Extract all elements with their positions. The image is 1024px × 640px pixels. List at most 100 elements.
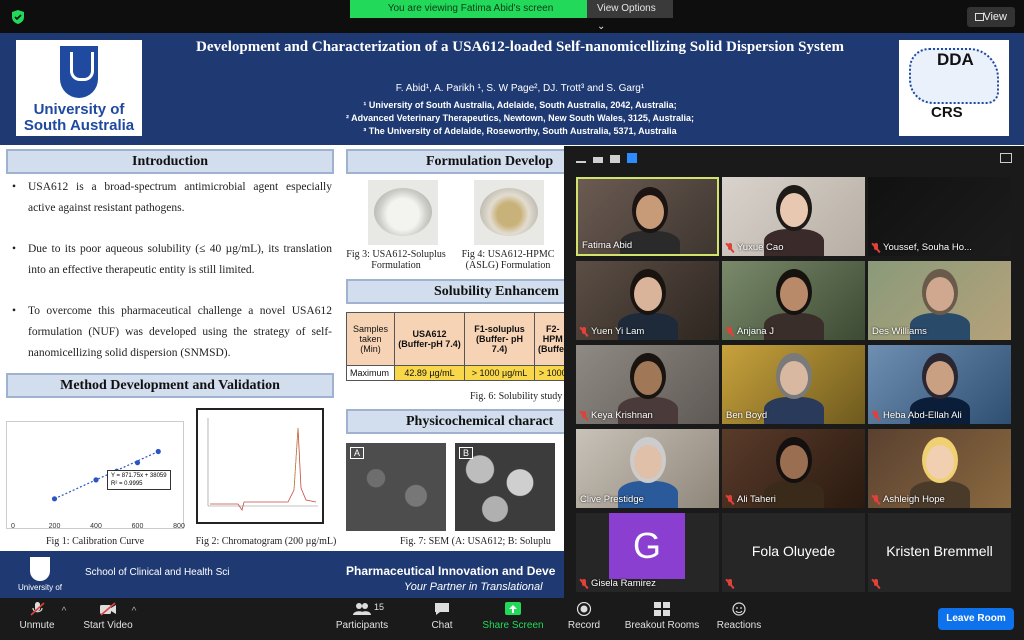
participants-icon	[353, 603, 371, 615]
mic-muted-icon	[580, 578, 588, 589]
record-icon	[576, 602, 592, 616]
participant-name-text: Gisela Ramirez	[591, 578, 656, 589]
participant-name: Ashleigh Hope	[872, 494, 945, 505]
participant-face	[926, 445, 954, 479]
participant-name-text: Clive Prestidge	[580, 494, 644, 505]
regression-r2: R² = 0.9995	[111, 481, 143, 487]
participant-tile[interactable]: Kristen Bremmell	[868, 513, 1011, 592]
x-tick-label: 200	[49, 523, 61, 530]
grid-view-icon	[975, 13, 984, 21]
record-button[interactable]: Record	[562, 602, 606, 631]
participant-name: Ali Taheri	[726, 494, 776, 505]
participants-label: Participants	[335, 620, 389, 631]
participant-tile[interactable]: Ashleigh Hope	[868, 429, 1011, 508]
poster-title: Development and Characterization of a US…	[196, 39, 844, 55]
fig1-caption: Fig 1: Calibration Curve	[45, 536, 145, 547]
unmute-button[interactable]: Unmute	[16, 602, 58, 631]
exit-fullscreen-icon[interactable]	[1000, 153, 1012, 163]
participant-face	[636, 195, 664, 229]
participant-tile[interactable]: Fola Oluyede	[722, 513, 865, 592]
strip-view-icon[interactable]	[593, 157, 603, 163]
participant-name: Heba Abd-Ellah Ali	[872, 410, 962, 421]
participant-face	[634, 361, 662, 395]
sem-image-a: A	[346, 443, 446, 531]
fig2-caption: Fig 2: Chromatogram (200 µg/mL)	[195, 536, 337, 547]
poster-authors: F. Abid¹, A. Parikh ¹, S. W Page², DJ. T…	[395, 83, 645, 94]
participant-tile[interactable]: Yuxue Cao	[722, 177, 865, 256]
data-point	[134, 460, 141, 466]
participant-tile[interactable]: Keya Krishnan	[576, 345, 719, 424]
table-cell: Maximum	[346, 365, 395, 381]
record-label: Record	[567, 620, 601, 631]
mic-muted-icon	[872, 410, 880, 421]
participant-name-text: Des Williams	[872, 326, 927, 337]
start-video-label: Start Video	[83, 620, 133, 631]
affiliation-3: ³ The University of Adelaide, Roseworthy…	[363, 126, 677, 136]
calibration-chart: 0 200 400 600 800 Y = 871.75x + 38059 R² = 0…	[6, 421, 185, 530]
participant-tile[interactable]: Clive Prestidge	[576, 429, 719, 508]
viewing-message: You are viewing Fatima Abid's screen	[350, 0, 587, 18]
view-button-label: View	[983, 11, 1007, 23]
sem-label-a: A	[350, 447, 365, 459]
gallery-toolbar	[576, 153, 637, 163]
section-method: Method Development and Validation	[6, 373, 334, 398]
chromatogram	[196, 408, 324, 524]
shield-icon[interactable]	[11, 10, 25, 24]
view-options-button[interactable]: View Options ⌄	[587, 0, 673, 32]
participant-tile[interactable]: Anjana J	[722, 261, 865, 340]
reactions-button[interactable]: Reactions	[712, 602, 766, 631]
section-solubility: Solubility Enhancem	[346, 279, 576, 304]
unisa-shield-icon	[60, 46, 98, 98]
breakout-rooms-button[interactable]: Breakout Rooms	[622, 602, 702, 631]
participant-tile[interactable]: Ben Boyd	[722, 345, 865, 424]
unisa-logo: University of South Australia	[16, 40, 142, 136]
speaker-view-icon[interactable]	[610, 155, 620, 163]
table-cell: 42.89 µg/mL	[394, 365, 465, 381]
screen-share-banner: You are viewing Fatima Abid's screen Vie…	[350, 0, 673, 32]
unmute-label: Unmute	[19, 620, 55, 631]
video-options-caret[interactable]: ^	[128, 606, 140, 617]
x-tick-label: 600	[132, 523, 144, 530]
participant-tile[interactable]: Yuen Yi Lam	[576, 261, 719, 340]
mic-muted-icon	[726, 579, 734, 589]
reactions-icon	[732, 602, 746, 616]
sem-label-b: B	[459, 447, 474, 459]
gallery-view-icon[interactable]	[627, 153, 637, 163]
minimize-icon[interactable]	[576, 161, 586, 163]
dda-crs-logo: DDA CRS	[899, 40, 1009, 136]
mic-muted-icon	[30, 602, 45, 616]
share-screen-button[interactable]: Share Screen	[478, 602, 548, 631]
chat-icon	[435, 603, 449, 615]
participant-face	[634, 445, 662, 479]
participant-name: Clive Prestidge	[580, 494, 644, 505]
intro-point-3: To overcome this pharmaceutical challeng…	[12, 301, 332, 364]
chat-button[interactable]: Chat	[422, 602, 462, 631]
table-row: Maximum 42.89 µg/mL > 1000 µg/mL > 1000	[346, 365, 572, 381]
table-cell: > 1000 µg/mL	[464, 365, 535, 381]
participant-tile[interactable]: G Gisela Ramirez	[576, 513, 719, 592]
participant-tile[interactable]: Ali Taheri	[722, 429, 865, 508]
participant-tile[interactable]: Fatima Abid	[576, 177, 719, 256]
mic-muted-icon	[872, 579, 880, 589]
data-point	[93, 477, 99, 483]
breakout-rooms-icon	[654, 602, 670, 616]
intro-list: USA612 is a broad-spectrum antimicrobial…	[12, 177, 332, 384]
participant-name: Yuen Yi Lam	[580, 326, 644, 337]
x-tick-label: 800	[173, 523, 185, 530]
audio-options-caret[interactable]: ^	[58, 606, 70, 617]
participant-tile[interactable]: Des Williams	[868, 261, 1011, 340]
participant-tile[interactable]: Youssef, Souha Ho...	[868, 177, 1011, 256]
participants-button[interactable]: 15 Participants	[332, 602, 392, 631]
view-button[interactable]: View	[967, 7, 1015, 27]
crs-logo-text: CRS	[931, 104, 963, 121]
participant-name: Anjana J	[726, 326, 774, 337]
participant-tile[interactable]: Heba Abd-Ellah Ali	[868, 345, 1011, 424]
table-header: F1-soluplus (Buffer- pH 7.4)	[464, 312, 535, 366]
table-header: USA612 (Buffer-pH 7.4)	[394, 312, 465, 366]
leave-room-button[interactable]: Leave Room	[938, 608, 1014, 630]
intro-point-1: USA612 is a broad-spectrum antimicrobial…	[12, 177, 332, 219]
participant-face	[780, 193, 808, 227]
participant-display-name: Fola Oluyede	[751, 543, 836, 559]
footer-tagline-2: Your Partner in Translational	[404, 581, 543, 593]
regression-equation: Y = 871.75x + 38059	[111, 473, 167, 479]
